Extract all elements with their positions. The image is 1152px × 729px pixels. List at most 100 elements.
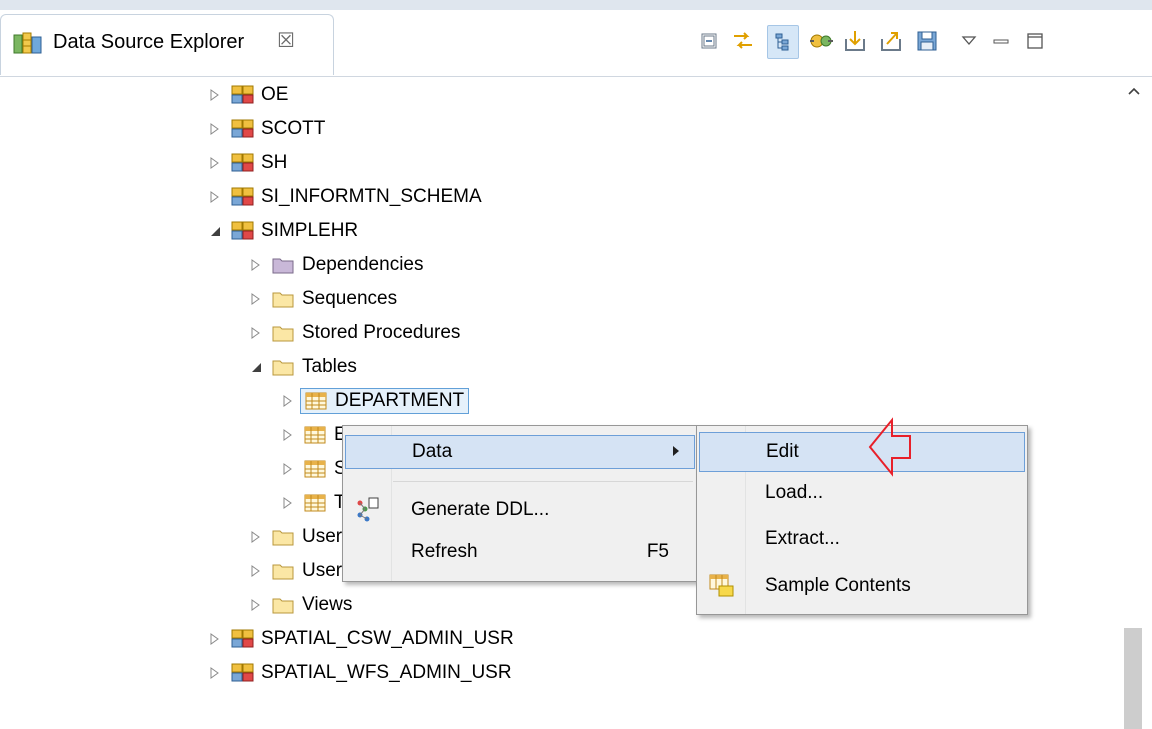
import-icon[interactable] xyxy=(842,28,868,54)
tree-item-schema-expanded[interactable]: SIMPLEHR xyxy=(205,214,358,248)
table-icon xyxy=(304,492,328,514)
scrollbar-thumb[interactable] xyxy=(1124,628,1142,729)
folder-icon xyxy=(272,288,296,310)
link-with-editor-icon[interactable] xyxy=(730,28,756,54)
menu-item-load[interactable]: Load... xyxy=(699,476,1025,510)
connect-icon[interactable] xyxy=(808,28,834,54)
view-title-bar: Data Source Explorer ☒ xyxy=(0,0,1152,78)
expand-arrow-icon[interactable] xyxy=(246,255,266,275)
expand-arrow-icon[interactable] xyxy=(205,119,225,139)
schema-icon xyxy=(231,628,255,650)
expand-arrow-icon[interactable] xyxy=(205,663,225,683)
expand-arrow-icon[interactable] xyxy=(205,629,225,649)
expand-arrow-icon[interactable] xyxy=(246,289,266,309)
menu-separator xyxy=(393,481,693,482)
minimize-icon[interactable] xyxy=(988,28,1014,54)
tree-item-label: SIMPLEHR xyxy=(261,220,359,241)
menu-item-accelerator: F5 xyxy=(646,541,669,562)
tree-item-folder[interactable]: Stored Procedures xyxy=(246,316,460,350)
folder-icon xyxy=(272,356,296,378)
schema-icon xyxy=(231,662,255,684)
data-source-explorer-tab[interactable]: Data Source Explorer ☒ xyxy=(0,14,334,75)
expand-arrow-icon[interactable] xyxy=(278,425,298,445)
menu-item-label: Load... xyxy=(765,482,824,503)
table-icon xyxy=(304,424,328,446)
expand-arrow-icon[interactable] xyxy=(205,85,225,105)
tree-item-table[interactable]: E xyxy=(278,418,347,452)
menu-item-label: Extract... xyxy=(765,528,840,549)
tree-item-schema[interactable]: SH xyxy=(205,146,287,180)
expand-arrow-icon[interactable] xyxy=(278,493,298,513)
collapse-all-icon[interactable] xyxy=(696,28,722,54)
folder-icon xyxy=(272,594,296,616)
tree-item-folder-expanded[interactable]: Tables xyxy=(246,350,357,384)
tree-item-label: OE xyxy=(261,84,289,105)
menu-item-label: Generate DDL... xyxy=(411,499,550,520)
expand-arrow-icon[interactable] xyxy=(278,391,298,411)
schema-icon xyxy=(231,186,255,208)
folder-icon xyxy=(272,526,296,548)
tree-item-label: SPATIAL_CSW_ADMIN_USR xyxy=(261,628,514,649)
tree-item-schema[interactable]: SPATIAL_WFS_ADMIN_USR xyxy=(205,656,512,690)
expand-arrow-icon[interactable] xyxy=(246,561,266,581)
annotation-arrow-icon xyxy=(868,417,911,477)
menu-item-refresh[interactable]: Refresh F5 xyxy=(345,535,695,569)
tree-item-table-selected[interactable]: DEPARTMENT xyxy=(278,384,470,418)
data-source-explorer-icon xyxy=(13,32,43,56)
expand-arrow-icon[interactable] xyxy=(278,459,298,479)
schema-icon xyxy=(231,84,255,106)
tree-item-label: SH xyxy=(261,152,288,173)
table-icon xyxy=(305,390,329,412)
save-icon[interactable] xyxy=(914,28,940,54)
selection-highlight[interactable]: DEPARTMENT xyxy=(300,388,470,414)
tree-item-label: Sequences xyxy=(302,288,398,309)
export-icon[interactable] xyxy=(878,28,904,54)
data-submenu: Edit Load... Extract... Sample Contents xyxy=(696,425,1028,615)
collapse-arrow-icon[interactable] xyxy=(246,357,266,377)
tree-item-schema[interactable]: SI_INFORMTN_SCHEMA xyxy=(205,180,482,214)
menu-item-label: Refresh xyxy=(411,541,478,562)
menu-item-generate-ddl[interactable]: Generate DDL... xyxy=(345,493,695,527)
dependencies-folder-icon xyxy=(272,254,296,276)
menu-item-edit[interactable]: Edit xyxy=(699,432,1025,472)
folder-icon xyxy=(272,560,296,582)
tree-item-table[interactable]: T xyxy=(278,486,346,520)
tree-item-schema[interactable]: SCOTT xyxy=(205,112,325,146)
tree-item-label: DEPARTMENT xyxy=(335,390,465,411)
scroll-up-arrow-icon[interactable] xyxy=(1116,78,1152,104)
expand-arrow-icon[interactable] xyxy=(246,595,266,615)
folder-icon xyxy=(272,322,296,344)
expand-arrow-icon[interactable] xyxy=(205,187,225,207)
tree-item-folder[interactable]: Dependencies xyxy=(246,248,423,282)
maximize-icon[interactable] xyxy=(1022,28,1048,54)
expand-arrow-icon[interactable] xyxy=(205,153,225,173)
menu-item-extract[interactable]: Extract... xyxy=(699,522,1025,556)
generate-ddl-icon xyxy=(355,497,381,529)
tree-item-folder[interactable]: Sequences xyxy=(246,282,397,316)
tree-item-label: SCOTT xyxy=(261,118,326,139)
submenu-arrow-icon xyxy=(672,441,680,463)
close-view-icon[interactable]: ☒ xyxy=(275,29,297,53)
context-menu: Data Generate DDL... Refresh F5 xyxy=(342,425,698,582)
flat-layout-icon[interactable] xyxy=(767,25,799,59)
tree-item-label: SPATIAL_WFS_ADMIN_USR xyxy=(261,662,512,683)
tree-item-label: Stored Procedures xyxy=(302,322,461,343)
view-menu-icon[interactable] xyxy=(956,28,982,54)
window-top-border xyxy=(0,0,1152,10)
expand-arrow-icon[interactable] xyxy=(246,527,266,547)
menu-item-data[interactable]: Data xyxy=(345,435,695,469)
tree-item-table[interactable]: S xyxy=(278,452,347,486)
database-tree: OE SCOTT SH SI_INFORMTN_SCHEMA SIMPLEHR … xyxy=(0,78,1116,729)
table-icon xyxy=(304,458,328,480)
tree-item-schema[interactable]: OE xyxy=(205,78,288,112)
tree-item-schema[interactable]: SPATIAL_CSW_ADMIN_USR xyxy=(205,622,514,656)
schema-icon xyxy=(231,152,255,174)
tree-item-folder[interactable]: Views xyxy=(246,588,352,622)
menu-item-sample-contents[interactable]: Sample Contents xyxy=(699,569,1025,603)
schema-icon xyxy=(231,220,255,242)
schema-icon xyxy=(231,118,255,140)
collapse-arrow-icon[interactable] xyxy=(205,221,225,241)
expand-arrow-icon[interactable] xyxy=(246,323,266,343)
tree-item-label: SI_INFORMTN_SCHEMA xyxy=(261,186,482,207)
tree-item-folder[interactable]: User- xyxy=(246,520,348,554)
